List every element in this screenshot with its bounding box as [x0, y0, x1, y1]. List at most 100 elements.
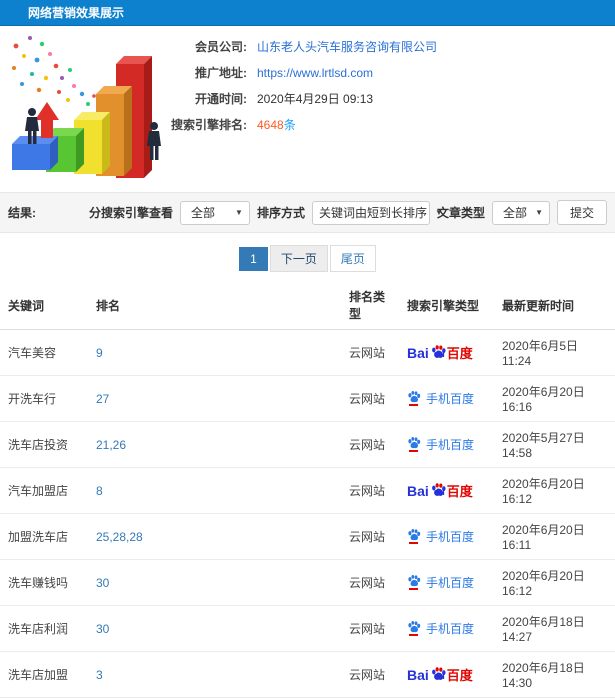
pagination: 1 下一页 尾页: [0, 233, 615, 281]
updated-cell: 2020年6月20日 16:11: [494, 513, 615, 560]
rank-count-value: 4648条: [257, 116, 296, 133]
engine-filter-label: 分搜索引擎查看: [88, 206, 173, 220]
table-row: 洗车店利润 30 云网站 手机百度 2020年6月18日 14:27: [0, 605, 615, 652]
rank-cell: 30: [88, 605, 341, 652]
keyword-cell: 洗车店利润: [0, 605, 88, 652]
rank-link[interactable]: 21,26: [96, 438, 126, 452]
rank-type-cell: 云网站: [341, 375, 399, 422]
last-page-button[interactable]: 尾页: [329, 245, 376, 272]
mobile-baidu-logo: 手机百度: [407, 620, 474, 637]
rank-link[interactable]: 30: [96, 622, 109, 636]
mobile-baidu-logo: 手机百度: [407, 436, 474, 453]
engine-cell: Bai du 百度: [399, 329, 494, 376]
sort-select[interactable]: 关键词由短到长排序 ▼: [311, 200, 443, 225]
keyword-cell: 加盟洗车店: [0, 513, 88, 560]
submit-button[interactable]: 提交: [556, 200, 607, 225]
info-row-company: 会员公司: 山东老人头汽车服务咨询有限公司: [155, 38, 611, 55]
rank-link[interactable]: 8: [96, 484, 103, 498]
rank-type-cell: 云网站: [341, 421, 399, 468]
filter-bar: 结果: 分搜索引擎查看 全部 ▼ 排序方式 关键词由短到长排序 ▼ 文章类型 全…: [0, 192, 615, 233]
mobile-baidu-logo: 手机百度: [407, 390, 474, 407]
col-keyword: 关键词: [0, 281, 88, 330]
table-row: 洗车赚钱吗 30 云网站 手机百度 2020年6月20日 16:12: [0, 559, 615, 606]
mobile-baidu-paw-icon: [407, 620, 421, 637]
col-rank-type: 排名类型: [341, 281, 399, 330]
mobile-baidu-logo: 手机百度: [407, 528, 474, 545]
results-table-body: 汽车美容 9 云网站 Bai du 百度 2020年6月5日 11:24 开洗车…: [0, 329, 615, 698]
engine-select-value: 全部: [190, 206, 215, 220]
rank-link[interactable]: 30: [96, 576, 109, 590]
filter-controls: 分搜索引擎查看 全部 ▼ 排序方式 关键词由短到长排序 ▼ 文章类型 全部 ▼ …: [89, 200, 607, 225]
page-1-button[interactable]: 1: [239, 247, 268, 271]
article-type-label: 文章类型: [436, 206, 485, 220]
promo-url-link[interactable]: https://www.lrtlsd.com: [257, 66, 373, 80]
engine-select[interactable]: 全部 ▼: [179, 200, 250, 225]
baidu-logo: Bai du 百度: [407, 667, 473, 683]
mobile-baidu-paw-icon: [407, 390, 421, 407]
next-page-button[interactable]: 下一页: [269, 245, 328, 272]
keyword-cell: 洗车店投资: [0, 421, 88, 468]
updated-cell: 2020年6月20日 16:12: [494, 559, 615, 606]
growth-chart-illustration: [12, 36, 161, 178]
rank-type-cell: 云网站: [341, 329, 399, 376]
page-title: 网络营销效果展示: [28, 6, 125, 20]
rank-count-number: 4648: [257, 118, 284, 132]
page-header: 网络营销效果展示: [0, 0, 615, 26]
mobile-baidu-paw-icon: [407, 436, 421, 453]
table-row: 洗车店投资 21,26 云网站 手机百度 2020年5月27日 14:58: [0, 421, 615, 468]
company-link[interactable]: 山东老人头汽车服务咨询有限公司: [257, 38, 437, 55]
engine-cell: 手机百度: [399, 375, 494, 422]
rank-count-label: 搜索引擎排名:: [171, 118, 247, 132]
keyword-cell: 汽车加盟店: [0, 467, 88, 514]
updated-cell: 2020年6月20日 16:12: [494, 467, 615, 514]
article-type-select[interactable]: 全部 ▼: [491, 200, 550, 225]
keyword-cell: 洗车店加盟: [0, 651, 88, 698]
rank-link[interactable]: 27: [96, 392, 109, 406]
engine-cell: 手机百度: [399, 421, 494, 468]
account-info-section: 会员公司: 山东老人头汽车服务咨询有限公司 推广地址: https://www.…: [0, 26, 615, 192]
updated-cell: 2020年5月27日 14:58: [494, 421, 615, 468]
table-row: 洗车店加盟 3 云网站 Bai du 百度 2020年6月18日 14:30: [0, 651, 615, 698]
confetti: [12, 36, 96, 106]
rank-link[interactable]: 25,28,28: [96, 530, 143, 544]
rank-cell: 8: [88, 467, 341, 514]
rank-type-cell: 云网站: [341, 651, 399, 698]
chevron-down-icon: ▼: [535, 208, 543, 217]
table-row: 开洗车行 27 云网站 手机百度 2020年6月20日 16:16: [0, 375, 615, 422]
engine-cell: Bai du 百度: [399, 651, 494, 698]
article-type-select-value: 全部: [502, 206, 527, 220]
chevron-down-icon: ▼: [235, 208, 243, 217]
col-updated: 最新更新时间: [494, 281, 615, 330]
results-table: 关键词 排名 排名类型 搜索引擎类型 最新更新时间 汽车美容 9 云网站 Bai…: [0, 281, 615, 698]
mobile-baidu-paw-icon: [407, 528, 421, 545]
keyword-cell: 洗车赚钱吗: [0, 559, 88, 606]
info-row-url: 推广地址: https://www.lrtlsd.com: [155, 64, 611, 81]
rank-count-suffix: 条: [283, 118, 296, 132]
table-row: 汽车美容 9 云网站 Bai du 百度 2020年6月5日 11:24: [0, 329, 615, 376]
table-row: 加盟洗车店 25,28,28 云网站 手机百度 2020年6月20日 16:11: [0, 513, 615, 560]
rank-type-cell: 云网站: [341, 513, 399, 560]
rank-type-cell: 云网站: [341, 467, 399, 514]
rank-link[interactable]: 9: [96, 346, 103, 360]
sort-filter-label: 排序方式: [256, 206, 305, 220]
rank-cell: 21,26: [88, 421, 341, 468]
rank-type-cell: 云网站: [341, 559, 399, 606]
col-engine-type: 搜索引擎类型: [399, 281, 494, 330]
updated-cell: 2020年6月20日 16:16: [494, 375, 615, 422]
updated-cell: 2020年6月18日 14:27: [494, 605, 615, 652]
baidu-logo: Bai du 百度: [407, 483, 473, 499]
rank-cell: 3: [88, 651, 341, 698]
updated-cell: 2020年6月18日 14:30: [494, 651, 615, 698]
table-row: 汽车加盟店 8 云网站 Bai du 百度 2020年6月20日 16:12: [0, 467, 615, 514]
rank-link[interactable]: 3: [96, 668, 103, 682]
sort-select-value: 关键词由短到长排序: [318, 206, 427, 220]
mobile-baidu-logo: 手机百度: [407, 574, 474, 591]
engine-cell: 手机百度: [399, 513, 494, 560]
baidu-logo: Bai du 百度: [407, 345, 473, 361]
keyword-cell: 汽车美容: [0, 329, 88, 376]
info-row-rank-count: 搜索引擎排名: 4648条: [155, 116, 611, 133]
engine-cell: 手机百度: [399, 605, 494, 652]
open-time-value: 2020年4月29日 09:13: [257, 92, 374, 106]
info-row-open-time: 开通时间: 2020年4月29日 09:13: [155, 90, 611, 107]
result-label: 结果:: [8, 206, 36, 220]
